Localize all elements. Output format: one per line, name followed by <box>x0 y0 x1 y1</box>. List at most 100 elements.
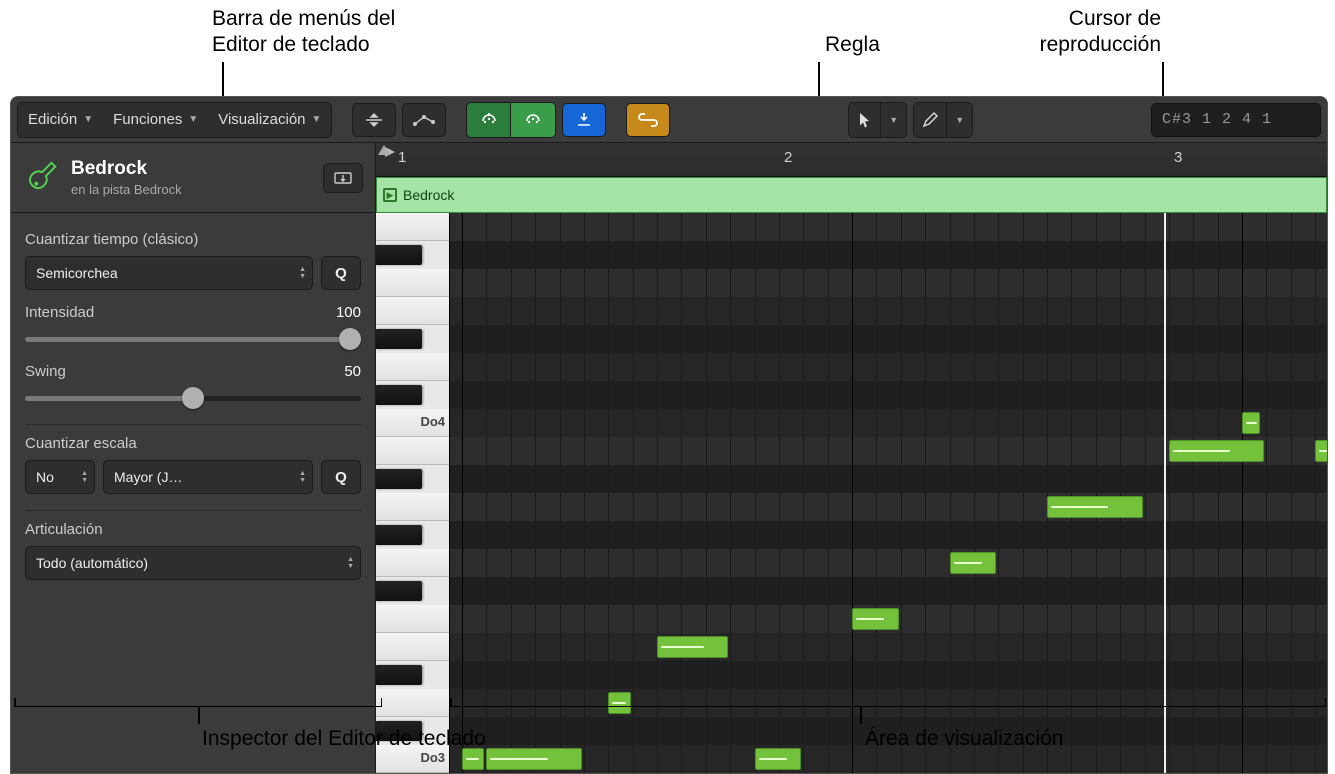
scale-type-select[interactable]: Mayor (J… ▲▼ <box>103 460 313 494</box>
inspector-collapse-button[interactable] <box>323 163 363 193</box>
playhead-start-marker[interactable] <box>384 145 396 155</box>
grid-row <box>450 409 1327 437</box>
callout-menubar: Barra de menús del Editor de teclado <box>212 6 395 59</box>
grid-line <box>560 213 561 773</box>
track-subtitle: en la pista Bedrock <box>71 182 182 197</box>
callout-area: Área de visualización <box>865 726 1063 752</box>
midi-note[interactable] <box>657 636 728 658</box>
black-key[interactable] <box>376 385 422 405</box>
white-key[interactable] <box>376 437 449 465</box>
note-velocity-bar <box>1246 422 1257 424</box>
midi-note[interactable] <box>1242 412 1260 434</box>
scale-enable-select[interactable]: No ▲▼ <box>25 460 95 494</box>
articulation-select[interactable]: Todo (automático) ▲▼ <box>25 546 361 580</box>
pencil-tool[interactable] <box>914 103 947 137</box>
grid-row <box>450 689 1327 717</box>
quantize-time-select[interactable]: Semicorchea ▲▼ <box>25 256 313 290</box>
scale-type-value: Mayor (J… <box>114 469 182 485</box>
grid-row <box>450 269 1327 297</box>
white-key[interactable] <box>376 353 449 381</box>
callout-menubar-line <box>222 62 224 98</box>
white-key[interactable] <box>376 297 449 325</box>
region-header[interactable]: ▶ Bedrock <box>376 177 1327 213</box>
grid-line <box>681 213 682 773</box>
grid-line <box>755 213 756 773</box>
swing-value: 50 <box>344 363 361 380</box>
midi-note[interactable] <box>1315 440 1327 462</box>
grid-row <box>450 241 1327 269</box>
chevron-down-icon: ▼ <box>955 115 964 125</box>
grid-line <box>1315 213 1316 773</box>
grid-row <box>450 493 1327 521</box>
note-velocity-bar <box>490 758 547 760</box>
midi-note[interactable] <box>852 608 899 630</box>
grid-line <box>950 213 951 773</box>
scale-apply-button[interactable]: Q <box>321 460 361 494</box>
white-key[interactable] <box>376 689 449 717</box>
bracket-inspector-drop <box>198 706 200 724</box>
grid-line <box>1096 213 1097 773</box>
note-grid[interactable] <box>450 213 1327 773</box>
collapse-vertical-icon <box>364 112 384 128</box>
piano-keyboard[interactable]: Do4Do3 <box>376 213 450 773</box>
white-key[interactable] <box>376 549 449 577</box>
grid-line <box>1169 213 1170 773</box>
grid-line <box>803 213 804 773</box>
edit-menu[interactable]: Edición▼ <box>18 103 103 137</box>
quantize-apply-button[interactable]: Q <box>321 256 361 290</box>
editor-toolbar: Edición▼ Funciones▼ Visualización▼ <box>11 97 1327 143</box>
grid-line <box>608 213 609 773</box>
white-key[interactable] <box>376 605 449 633</box>
track-info: Bedrock en la pista Bedrock <box>71 158 182 197</box>
bracket-area-drop <box>860 706 862 724</box>
grid-line <box>486 213 487 773</box>
midi-note[interactable] <box>1169 440 1265 462</box>
pointer-tool[interactable] <box>849 103 881 137</box>
catch-playhead-button[interactable] <box>562 103 606 137</box>
note-velocity-bar <box>1051 506 1108 508</box>
collapse-vertical-button[interactable] <box>352 103 396 137</box>
ruler[interactable]: 1 2 3 <box>376 143 1327 177</box>
swing-slider[interactable] <box>25 388 361 408</box>
stepper-icon: ▲▼ <box>299 266 306 280</box>
playhead[interactable] <box>1164 213 1166 773</box>
black-key[interactable] <box>376 581 422 601</box>
callout-inspector: Inspector del Editor de teclado <box>202 726 486 752</box>
region-name: Bedrock <box>403 187 454 203</box>
functions-menu[interactable]: Funciones▼ <box>103 103 208 137</box>
midi-in-button[interactable] <box>467 103 511 137</box>
white-key[interactable] <box>376 269 449 297</box>
midi-out-button[interactable] <box>511 103 555 137</box>
automation-button[interactable] <box>402 103 446 137</box>
view-menu-label: Visualización <box>218 111 305 128</box>
pencil-tool-chevron[interactable]: ▼ <box>947 103 972 137</box>
pointer-tool-chevron[interactable]: ▼ <box>881 103 906 137</box>
midi-in-group <box>466 102 556 138</box>
midi-note[interactable] <box>608 692 630 714</box>
midi-note[interactable] <box>755 748 802 770</box>
link-button[interactable] <box>626 103 670 137</box>
grid-line <box>462 213 463 773</box>
note-velocity-bar <box>466 758 479 760</box>
grid-line <box>584 213 585 773</box>
midi-note[interactable] <box>486 748 582 770</box>
midi-note[interactable] <box>1047 496 1143 518</box>
black-key[interactable] <box>376 525 422 545</box>
midi-in-icon <box>479 111 499 129</box>
play-marker-icon <box>384 146 396 158</box>
white-key[interactable] <box>376 213 449 241</box>
black-key[interactable] <box>376 329 422 349</box>
black-key[interactable] <box>376 469 422 489</box>
white-key[interactable] <box>376 493 449 521</box>
view-menu[interactable]: Visualización▼ <box>208 103 331 137</box>
midi-note[interactable] <box>950 552 997 574</box>
grid-line <box>1242 213 1243 773</box>
black-key[interactable] <box>376 665 422 685</box>
strength-slider[interactable] <box>25 329 361 349</box>
white-key[interactable] <box>376 633 449 661</box>
scale-enable-value: No <box>36 469 54 485</box>
black-key[interactable] <box>376 245 422 265</box>
note-velocity-bar <box>856 618 884 620</box>
region-loop-icon: ▶ <box>383 188 397 202</box>
guitar-icon <box>23 159 61 197</box>
